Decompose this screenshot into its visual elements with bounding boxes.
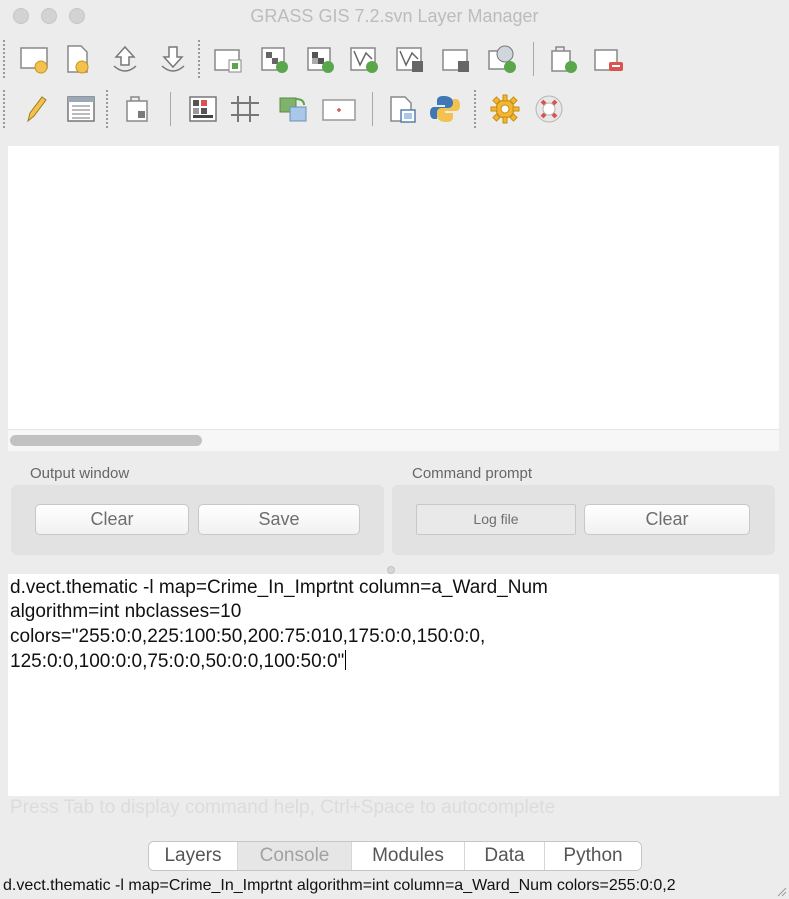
tab-console[interactable]: Console [238,842,352,870]
save-workspace-icon [161,46,185,72]
output-save-button[interactable]: Save [198,504,360,535]
tab-layers[interactable]: Layers [149,842,238,870]
output-window-label: Output window [30,465,130,482]
add-web-service-button[interactable] [484,40,522,78]
toolbar-separator [170,92,171,126]
cartographic-composer-button[interactable] [384,90,422,128]
output-clear-button[interactable]: Clear [35,504,189,535]
add-raster-misc-button[interactable] [256,40,294,78]
display-map-icon [20,47,48,74]
main-toolbar [0,34,789,82]
help-icon [535,95,563,123]
remove-layer-button[interactable] [590,40,628,78]
toolbar-separator [372,92,373,126]
command-line: algorithm=int nbclasses=10 [10,601,242,622]
command-line-last: 125:0:0,100:0:0,75:0:0,50:0:0,100:50:0" [10,650,347,673]
cartographic-composer-icon [390,96,416,123]
save-workspace-button[interactable] [154,40,192,78]
add-group-icon [442,49,469,72]
command-line: colors="255:0:0,225:100:50,200:75:010,17… [10,626,486,647]
command-line-text: 125:0:0,100:0:0,75:0:0,50:0:0,100:50:0" [10,651,345,672]
toolbar-grip-handle[interactable] [106,90,110,128]
add-web-service-icon [488,45,516,73]
new-workspace-button[interactable] [58,40,96,78]
status-text: d.vect.thematic -l map=Crime_In_Imprtnt … [3,877,676,894]
command-prompt-label: Command prompt [412,465,533,482]
add-overlay-button[interactable] [545,40,583,78]
tab-data[interactable]: Data [465,842,545,870]
text-caret [345,650,347,670]
settings-button[interactable] [486,90,524,128]
display-map-button[interactable] [16,40,54,78]
log-file-button[interactable]: Log file [416,504,576,535]
new-workspace-icon [67,45,89,74]
output-text-area[interactable] [8,146,779,451]
command-hint: Press Tab to display command help, Ctrl+… [10,797,556,818]
edit-vector-button[interactable] [16,90,54,128]
toolbar-grip-handle[interactable] [3,40,7,78]
map-calculator-button[interactable] [320,90,358,128]
open-workspace-button[interactable] [106,40,144,78]
add-raster-misc-icon [261,47,288,73]
add-vector-button[interactable] [346,40,384,78]
import-button[interactable] [274,90,312,128]
map-calculator-icon [322,99,356,121]
attribute-table-button[interactable] [62,90,100,128]
tab-modules[interactable]: Modules [352,842,465,870]
add-raster-icon [214,49,242,73]
modeler-button[interactable] [184,90,222,128]
title-bar: GRASS GIS 7.2.svn Layer Manager [0,0,789,32]
add-vector-icon [350,47,378,73]
add-vector-misc-icon [396,47,423,72]
toolbar-grip-handle[interactable] [474,90,478,128]
command-prompt-group: Log file Clear [392,485,775,555]
python-shell-button[interactable] [426,90,464,128]
secondary-toolbar [0,84,789,132]
toolbar-separator [533,42,534,76]
help-button[interactable] [530,90,568,128]
edit-vector-icon [27,96,47,123]
add-overlay-icon [551,46,577,73]
grid-icon [231,96,259,122]
georectify-icon [126,96,148,122]
python-shell-icon [430,96,460,122]
output-window-group: Clear Save [11,485,384,555]
settings-icon [490,94,520,124]
open-workspace-icon [113,45,137,72]
add-vector-misc-button[interactable] [392,40,430,78]
import-icon [279,97,307,122]
command-line: d.vect.thematic -l map=Crime_In_Imprtnt … [10,577,548,598]
prompt-clear-button[interactable]: Clear [584,504,750,535]
toolbar-grip-handle[interactable] [3,90,7,128]
resize-grip-icon[interactable] [775,885,787,897]
grid-button[interactable] [226,90,264,128]
add-raster-overlay-button[interactable] [302,40,340,78]
add-raster-button[interactable] [210,40,248,78]
toolbar-grip-handle[interactable] [198,40,202,78]
georectify-button[interactable] [118,90,156,128]
scrollbar-thumb[interactable] [10,435,202,446]
remove-layer-icon [594,49,623,71]
status-bar: d.vect.thematic -l map=Crime_In_Imprtnt … [0,876,789,899]
attribute-table-icon [67,96,95,122]
add-group-button[interactable] [438,40,476,78]
modeler-icon [189,96,217,122]
notebook-tabs: Layers Console Modules Data Python [148,841,642,871]
window-title: GRASS GIS 7.2.svn Layer Manager [250,6,539,26]
tab-python[interactable]: Python [545,842,641,870]
splitter-handle[interactable] [387,566,395,574]
add-raster-overlay-icon [307,47,334,73]
